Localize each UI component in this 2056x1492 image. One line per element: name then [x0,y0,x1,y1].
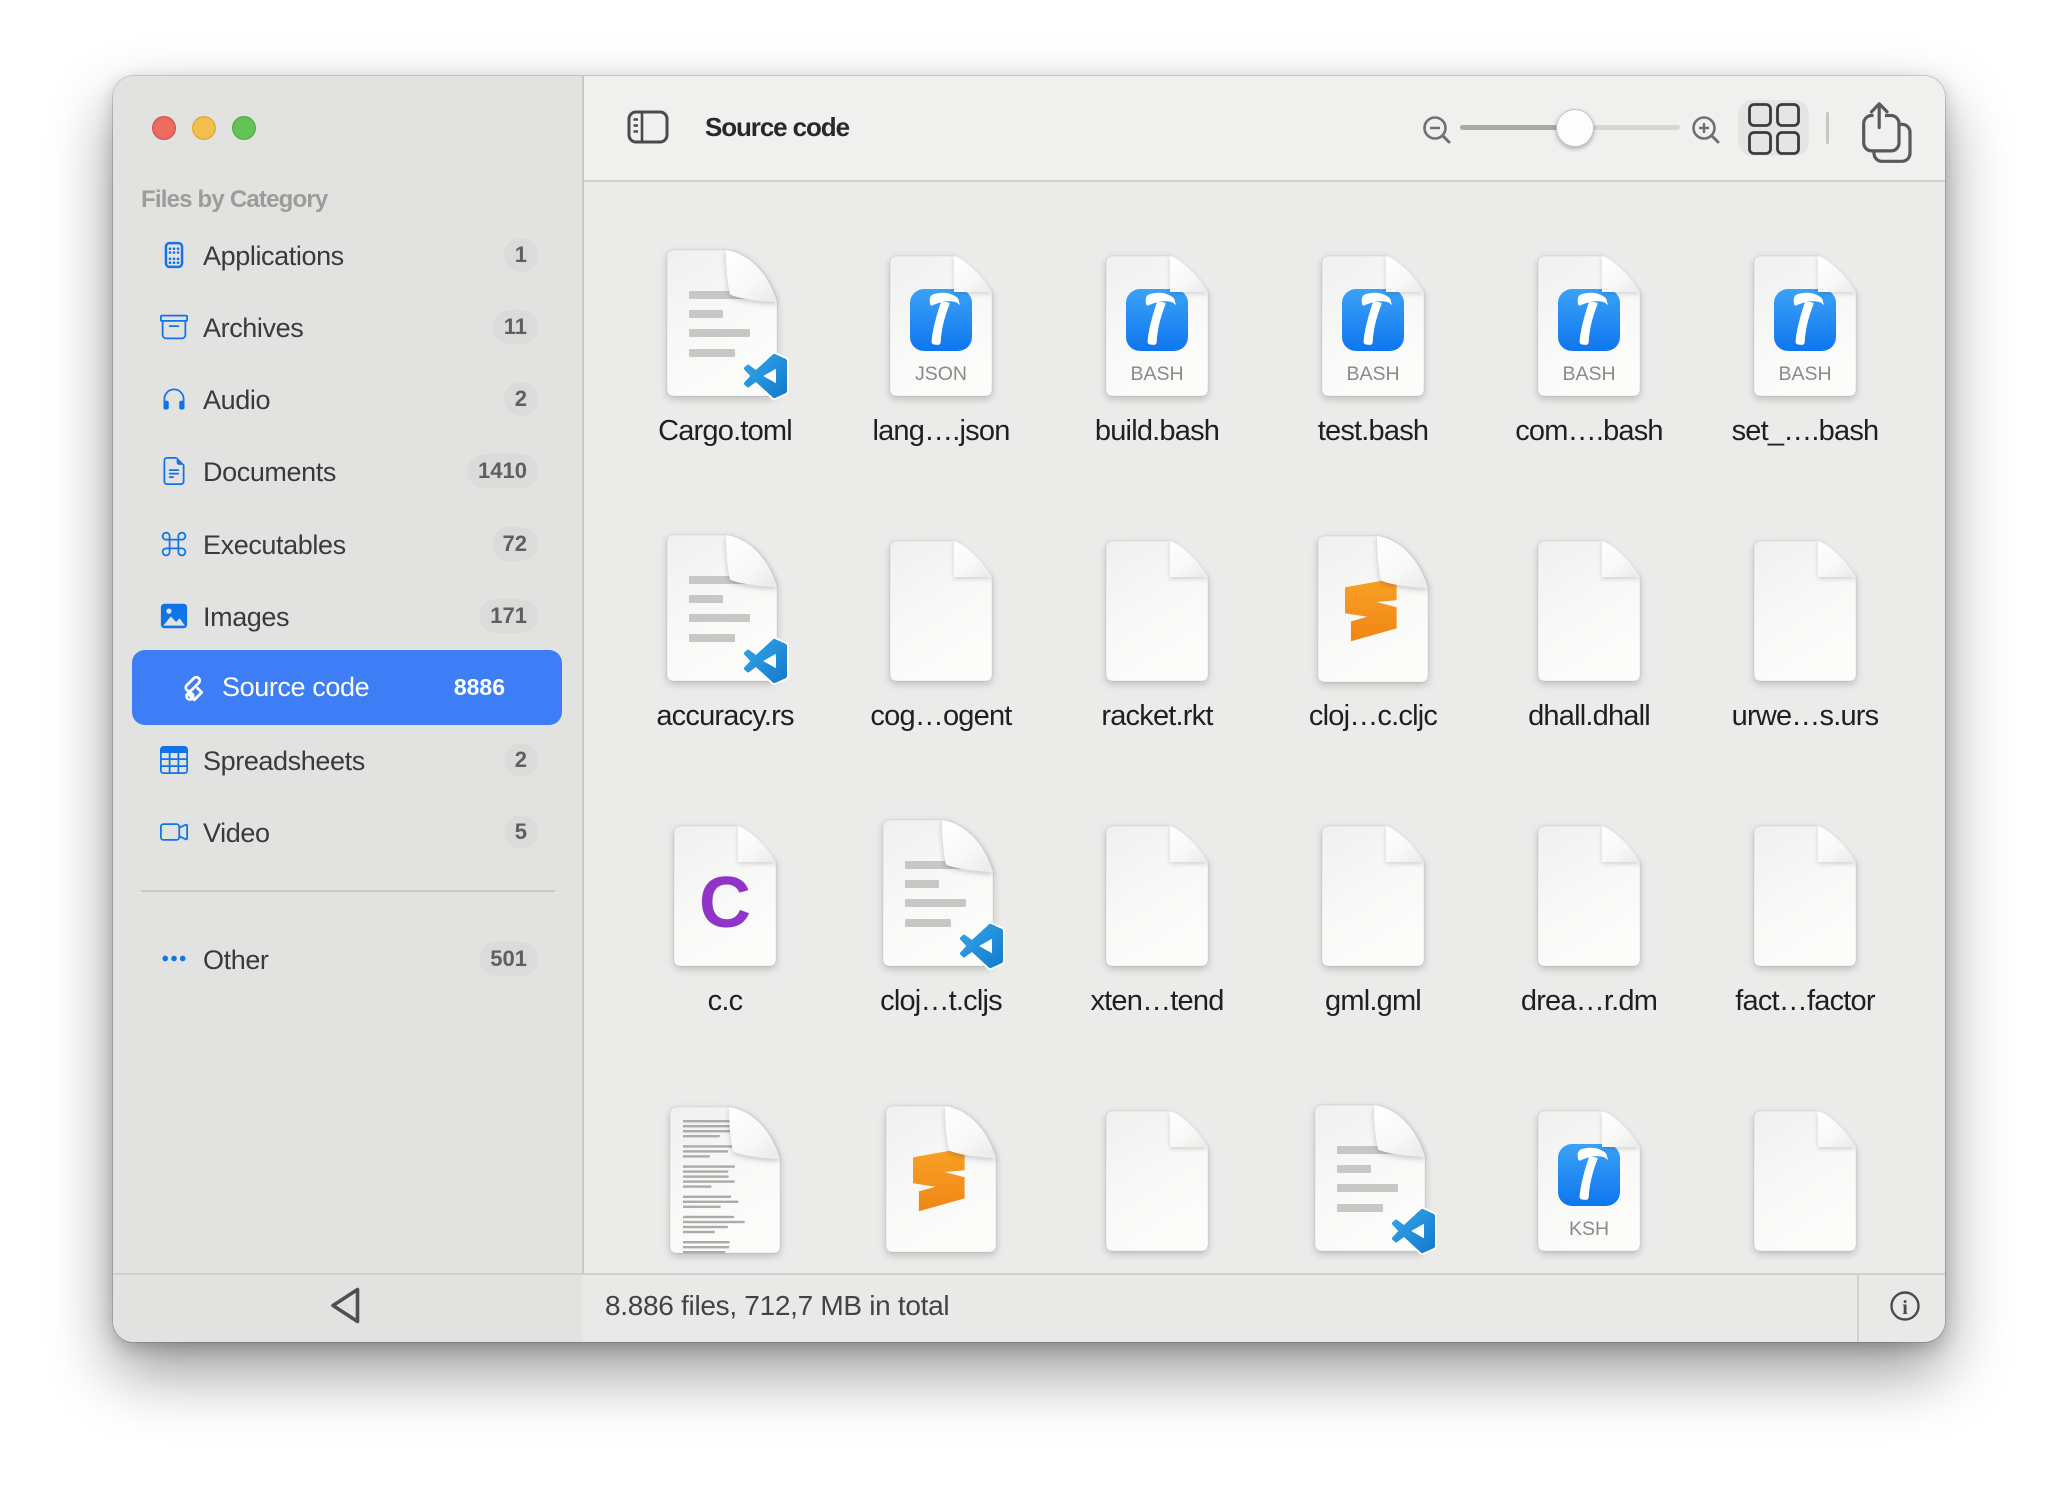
svg-text:BASH: BASH [1130,363,1183,385]
svg-text:BASH: BASH [1778,363,1831,385]
svg-text:KSH: KSH [1569,1218,1609,1240]
svg-text:BASH: BASH [1346,363,1399,385]
svg-text:BASH: BASH [1562,363,1615,385]
svg-text:i: i [1902,1297,1908,1319]
svg-text:C: C [699,863,751,943]
svg-text:JSON: JSON [915,363,967,385]
